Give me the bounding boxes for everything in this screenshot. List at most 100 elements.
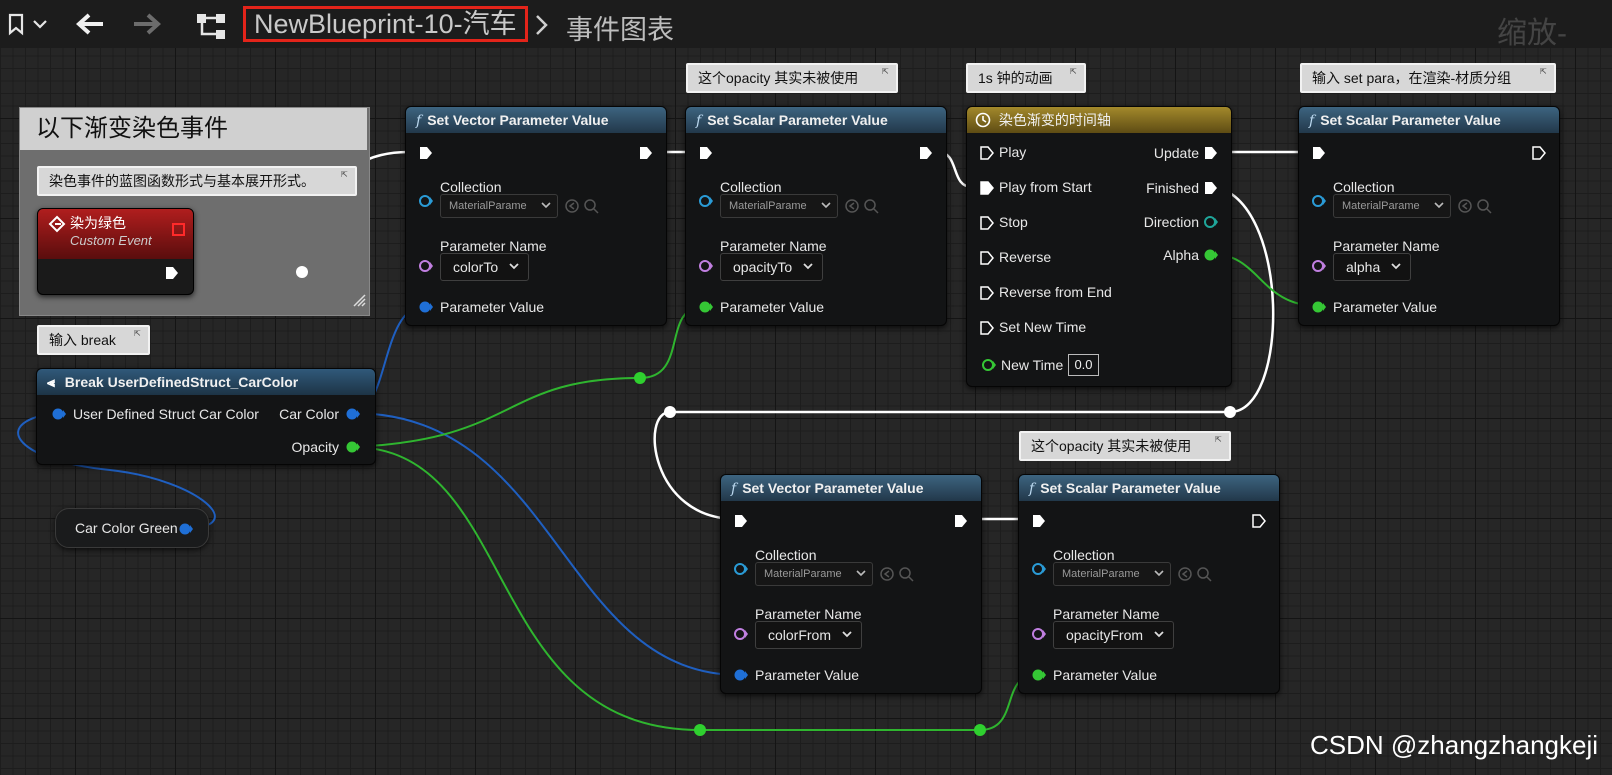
timeline-input-pin[interactable] [979,145,995,166]
browse-icon[interactable] [1177,566,1213,589]
pin-comment-icon[interactable]: ⇱ [134,329,144,339]
comment-bubble-opacity-1[interactable]: 这个opacity 其实未被使用 ⇱ [686,63,898,93]
custom-event-subtitle: Custom Event [70,233,152,248]
comment-bubble-timeline[interactable]: 1s 钟的动画 ⇱ [966,63,1086,93]
direction-pin[interactable] [1203,215,1219,234]
parameter-name-dropdown[interactable]: colorTo [440,253,530,281]
comment-bubble-opacity-2[interactable]: 这个opacity 其实未被使用 ⇱ [1019,431,1231,461]
timeline-input-pin[interactable] [979,215,995,236]
car-color-out-pin[interactable] [345,407,361,426]
collection-pin[interactable] [1311,194,1327,213]
pin-comment-icon[interactable]: ⇱ [1070,67,1080,77]
node-title: Set Vector Parameter Value [742,480,924,496]
timeline-input-pin[interactable] [979,250,995,271]
comment-group-title[interactable]: 以下渐变染色事件 [20,108,367,150]
exec-out-pin[interactable] [638,145,654,166]
parameter-name-pin[interactable] [418,259,434,278]
parameter-name-dropdown[interactable]: colorFrom [755,621,862,649]
browse-icon[interactable] [844,198,880,221]
parameter-value-pin[interactable] [1031,668,1047,687]
dropdown-value: alpha [1346,259,1381,275]
new-time-input[interactable]: 0.0 [1068,354,1099,376]
break-struct-node[interactable]: ⫷ Break UserDefinedStruct_CarColor User … [36,368,376,465]
browse-icon[interactable] [564,198,600,221]
function-icon: f [731,481,737,497]
car-color-green-variable[interactable]: Car Color Green [55,508,209,548]
timeline-title: 染色渐变的时间轴 [998,112,1111,128]
parameter-name-pin[interactable] [1311,259,1327,278]
delegate-pin-icon[interactable] [172,223,185,236]
collection-dropdown[interactable]: MaterialParame [720,194,838,218]
parameter-name-pin[interactable] [698,259,714,278]
set-parameter-node-svpv2[interactable]: f Set Vector Parameter Value Collection M… [720,474,982,694]
collection-dropdown[interactable]: MaterialParame [1333,194,1451,218]
exec-out-pin[interactable] [164,265,180,286]
parameter-name-dropdown[interactable]: alpha [1333,253,1412,281]
parameter-name-pin[interactable] [733,627,749,646]
bookmark-icon[interactable] [4,12,50,41]
timeline-input-label: Reverse [999,249,1052,265]
parameter-value-pin[interactable] [1311,300,1327,319]
collection-pin[interactable] [418,194,434,213]
opacity-out-pin[interactable] [345,440,361,459]
exec-in-pin[interactable] [698,145,714,166]
function-icon: f [696,113,702,129]
resize-handle-icon[interactable] [352,293,366,312]
comment-bubble-group-note[interactable]: 染色事件的蓝图函数形式与基本展开形式。 ⇱ [37,166,357,196]
exec-out-pin[interactable] [953,513,969,534]
update-label: Update [1153,145,1199,161]
timeline-input-pin[interactable] [979,285,995,306]
set-parameter-node-sspv2[interactable]: f Set Scalar Parameter Value Collection M… [1298,106,1560,326]
breadcrumb-blueprint-title[interactable]: NewBlueprint-10-汽车 [243,6,528,42]
parameter-value-pin[interactable] [698,300,714,319]
exec-in-pin[interactable] [418,145,434,166]
collection-dropdown[interactable]: MaterialParame [1053,562,1171,586]
pin-comment-icon[interactable]: ⇱ [341,170,351,180]
timeline-input-pin[interactable] [979,320,995,341]
browse-icon[interactable] [1457,198,1493,221]
browse-icon[interactable] [879,566,915,589]
pin-comment-icon[interactable]: ⇱ [882,67,892,77]
collection-pin[interactable] [1031,562,1047,581]
exec-in-pin[interactable] [1311,145,1327,166]
comment-text: 这个opacity 其实未被使用 [698,70,859,86]
parameter-name-label: Parameter Name [1053,606,1160,622]
set-parameter-node-sspv1[interactable]: f Set Scalar Parameter Value Collection M… [685,106,947,326]
alpha-pin[interactable] [1203,248,1219,267]
pin-comment-icon[interactable]: ⇱ [1540,67,1550,77]
pin-comment-icon[interactable]: ⇱ [1215,435,1225,445]
comment-bubble-break[interactable]: 输入 break ⇱ [37,325,150,355]
new-time-pin[interactable] [981,358,997,377]
variable-out-pin[interactable] [178,522,194,541]
parameter-name-dropdown[interactable]: opacityTo [720,253,824,281]
comment-bubble-setpara[interactable]: 输入 set para，在渲染-材质分组 ⇱ [1300,63,1556,93]
timeline-input-pin[interactable] [979,180,995,201]
exec-out-pin[interactable] [1531,145,1547,166]
timeline-node[interactable]: 染色渐变的时间轴 Play Play from Start Stop Reverse R… [966,106,1232,387]
struct-in-pin[interactable] [51,407,67,426]
set-parameter-node-sspv3[interactable]: f Set Scalar Parameter Value Collection M… [1018,474,1280,694]
parameter-value-pin[interactable] [418,300,434,319]
comment-text: 输入 break [49,332,116,348]
chevron-down-icon [1434,195,1444,223]
dropdown-value: MaterialParame [449,200,527,212]
parameter-value-pin[interactable] [733,668,749,687]
back-arrow-icon[interactable] [73,10,107,43]
exec-in-pin[interactable] [1031,513,1047,534]
node-header: f Set Vector Parameter Value [406,107,666,133]
forward-arrow-icon[interactable] [130,10,164,43]
collection-pin[interactable] [733,562,749,581]
finished-exec-pin[interactable] [1203,180,1219,201]
parameter-name-dropdown[interactable]: opacityFrom [1053,621,1174,649]
set-parameter-node-svpv1[interactable]: f Set Vector Parameter Value Collection M… [405,106,667,326]
exec-out-pin[interactable] [1251,513,1267,534]
breadcrumb-graph[interactable]: 事件图表 [566,8,674,47]
exec-out-pin[interactable] [918,145,934,166]
parameter-name-pin[interactable] [1031,627,1047,646]
collection-pin[interactable] [698,194,714,213]
exec-in-pin[interactable] [733,513,749,534]
collection-dropdown[interactable]: MaterialParame [755,562,873,586]
collection-dropdown[interactable]: MaterialParame [440,194,558,218]
custom-event-node[interactable]: 染为绿色 Custom Event [37,208,194,295]
update-exec-pin[interactable] [1203,145,1219,166]
